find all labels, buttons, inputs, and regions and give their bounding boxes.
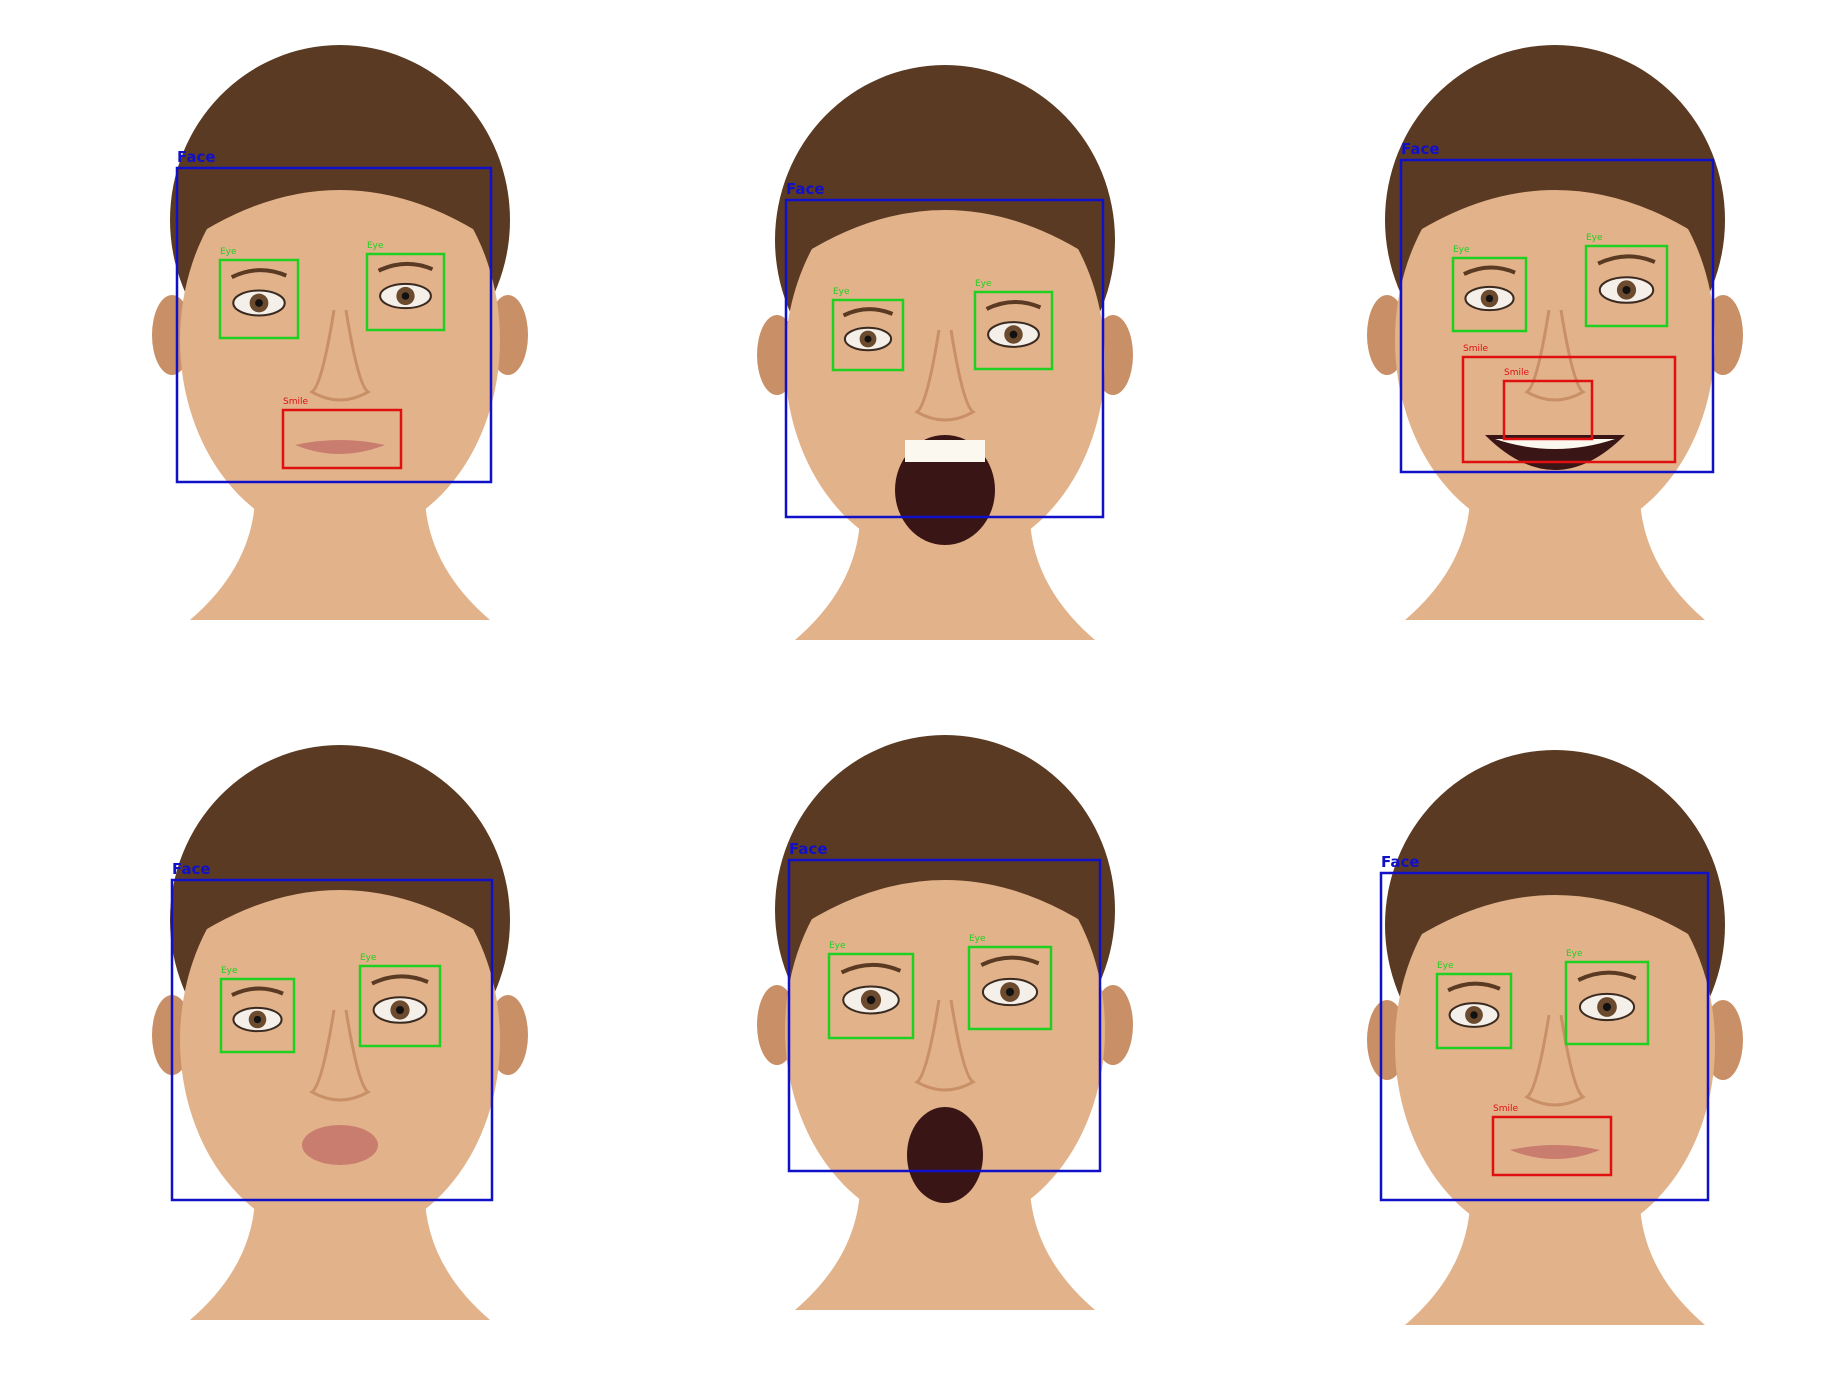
eye-label: Eye <box>360 953 377 963</box>
panel-crying: Face Eye Eye Smile <box>1367 750 1743 1325</box>
pupil <box>401 292 410 300</box>
pupil <box>1009 330 1018 339</box>
face-label: Face <box>177 148 216 166</box>
eye-label: Eye <box>367 241 384 251</box>
panel-surprised: Face Eye Eye <box>757 735 1133 1310</box>
teeth <box>905 440 985 462</box>
eye-label: Eye <box>221 966 238 976</box>
smile-label: Smile <box>283 397 308 407</box>
lips <box>302 1125 378 1165</box>
pupil <box>253 1015 262 1024</box>
eye-label: Eye <box>1586 233 1603 243</box>
smile-label: Smile <box>1463 344 1488 354</box>
pupil <box>864 335 872 343</box>
panel-angry: Face Eye Eye <box>757 65 1133 640</box>
eye-label: Eye <box>1453 245 1470 255</box>
open-mouth <box>907 1107 983 1203</box>
eye-label: Eye <box>829 941 846 951</box>
eye-label: Eye <box>1566 949 1583 959</box>
face-label: Face <box>1381 853 1420 871</box>
smile-label: Smile <box>1493 1104 1518 1114</box>
eye-label: Eye <box>833 287 850 297</box>
pupil <box>396 1006 404 1014</box>
eye-label: Eye <box>220 247 237 257</box>
smile-label: Smile <box>1504 368 1529 378</box>
pupil <box>1470 1011 1478 1019</box>
face-label: Face <box>786 180 825 198</box>
detection-collage: Face Eye Eye Smile Face Eye Eye Face Eye Eye Smile… <box>152 45 1743 1325</box>
panel-neutral: Face Eye Eye Smile <box>152 45 528 620</box>
eye-label: Eye <box>1437 961 1454 971</box>
face-label: Face <box>789 840 828 858</box>
pupil <box>1622 286 1631 294</box>
panel-happy: Face Eye Eye Smile Smile <box>1367 45 1743 620</box>
pupil <box>1602 1002 1612 1012</box>
eye-label: Eye <box>969 934 986 944</box>
pupil <box>1005 987 1015 997</box>
pupil <box>1485 294 1494 303</box>
pupil <box>866 995 876 1005</box>
face-label: Face <box>1401 140 1440 158</box>
pupil <box>255 299 263 307</box>
face-label: Face <box>172 860 211 878</box>
eye-label: Eye <box>975 279 992 289</box>
panel-sad-pout: Face Eye Eye <box>152 745 528 1320</box>
